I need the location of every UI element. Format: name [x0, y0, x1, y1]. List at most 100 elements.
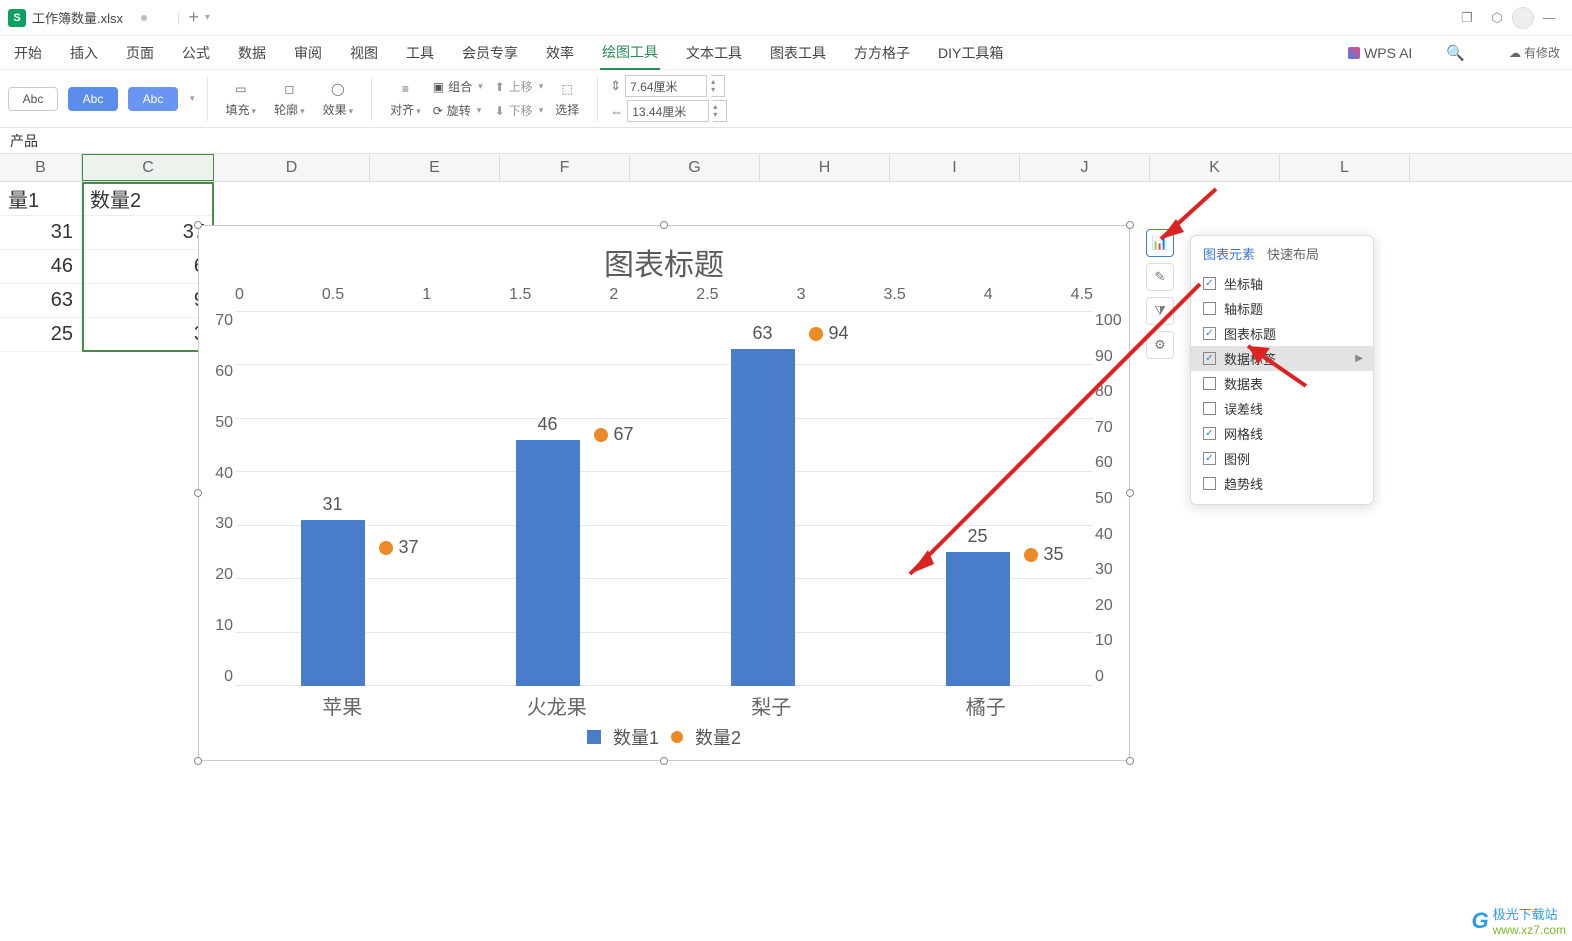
plot-area[interactable]: 00.511.522.533.544.5 706050403020100 100…: [235, 312, 1093, 686]
chart-element-item[interactable]: 轴标题: [1191, 296, 1373, 321]
col-header-E[interactable]: E: [370, 154, 500, 181]
tab-vip[interactable]: 会员专享: [460, 37, 520, 69]
cell[interactable]: 数量2: [82, 182, 214, 216]
chart-element-item[interactable]: 图例: [1191, 446, 1373, 471]
tab-efficiency[interactable]: 效率: [544, 37, 576, 69]
cell[interactable]: 25: [0, 318, 82, 352]
data-point[interactable]: [379, 541, 393, 555]
tab-insert[interactable]: 插入: [68, 37, 100, 69]
search-icon[interactable]: 🔍: [1446, 44, 1465, 62]
chart-element-item[interactable]: 网格线: [1191, 421, 1373, 446]
align-button[interactable]: ≡对齐▾: [384, 75, 427, 123]
outline-button[interactable]: ◻轮廓▾: [268, 75, 311, 123]
checkbox-icon[interactable]: [1203, 277, 1216, 290]
col-header-L[interactable]: L: [1280, 154, 1410, 181]
chart-title[interactable]: 图表标题: [199, 240, 1129, 284]
chart-element-item[interactable]: 图表标题: [1191, 321, 1373, 346]
data-bar[interactable]: 25: [946, 552, 1010, 686]
cloud-modified-status[interactable]: ☁有修改: [1509, 44, 1560, 61]
col-header-F[interactable]: F: [500, 154, 630, 181]
col-header-I[interactable]: I: [890, 154, 1020, 181]
tab-ffgz[interactable]: 方方格子: [852, 37, 912, 69]
cell[interactable]: 9: [82, 284, 214, 318]
resize-handle[interactable]: [194, 221, 202, 229]
resize-handle[interactable]: [1126, 757, 1134, 765]
tab-data[interactable]: 数据: [236, 37, 268, 69]
col-header-G[interactable]: G: [630, 154, 760, 181]
textbox-style-blue1[interactable]: Abc: [68, 87, 118, 111]
col-header-H[interactable]: H: [760, 154, 890, 181]
popover-tab-elements[interactable]: 图表元素: [1203, 244, 1255, 263]
chart-settings-button[interactable]: ⚙: [1146, 331, 1174, 359]
col-header-D[interactable]: D: [214, 154, 370, 181]
col-header-K[interactable]: K: [1150, 154, 1280, 181]
height-spinner[interactable]: ▴▾: [711, 75, 725, 97]
tab-view[interactable]: 视图: [348, 37, 380, 69]
data-bar[interactable]: 46: [516, 440, 580, 686]
col-header-C[interactable]: C: [82, 154, 214, 181]
data-point[interactable]: [809, 327, 823, 341]
tab-dropdown-icon[interactable]: ▾: [205, 12, 210, 23]
checkbox-icon[interactable]: [1203, 427, 1216, 440]
checkbox-icon[interactable]: [1203, 477, 1216, 490]
textbox-style-plain[interactable]: Abc: [8, 87, 58, 111]
style-gallery-expand-icon[interactable]: ▾: [190, 93, 195, 104]
chart-elements-button[interactable]: 📊: [1146, 229, 1174, 257]
resize-handle[interactable]: [194, 757, 202, 765]
avatar[interactable]: [1512, 7, 1534, 29]
chart-element-item[interactable]: 趋势线: [1191, 471, 1373, 496]
data-point[interactable]: [594, 428, 608, 442]
data-bar[interactable]: 31: [301, 520, 365, 686]
window-restore-icon[interactable]: ❐: [1452, 3, 1482, 33]
resize-handle[interactable]: [660, 757, 668, 765]
checkbox-icon[interactable]: [1203, 302, 1216, 315]
wps-ai-button[interactable]: WPS AI: [1348, 45, 1412, 61]
legend[interactable]: 数量1 数量2: [199, 724, 1129, 750]
data-bar[interactable]: 63: [731, 349, 795, 686]
chart-filter-button[interactable]: ⧩: [1146, 297, 1174, 325]
effect-button[interactable]: ◯效果▾: [317, 75, 360, 123]
rotate-button[interactable]: ⟳旋转▾: [433, 100, 483, 122]
tab-text-tools[interactable]: 文本工具: [684, 37, 744, 69]
fill-button[interactable]: ▭填充▾: [220, 75, 263, 123]
checkbox-icon[interactable]: [1203, 377, 1216, 390]
chart-styles-button[interactable]: ✎: [1146, 263, 1174, 291]
textbox-style-blue2[interactable]: Abc: [128, 87, 178, 111]
group-button[interactable]: ▣组合▾: [433, 76, 483, 98]
minimize-icon[interactable]: —: [1534, 3, 1564, 33]
col-header-J[interactable]: J: [1020, 154, 1150, 181]
document-tab-name[interactable]: 工作簿数量.xlsx: [32, 8, 123, 27]
resize-handle[interactable]: [1126, 221, 1134, 229]
add-tab-button[interactable]: +: [188, 7, 199, 28]
tab-drawing-tools[interactable]: 绘图工具: [600, 36, 660, 70]
cell[interactable]: 3: [82, 318, 214, 352]
chart-element-item[interactable]: 数据标签▶: [1191, 346, 1373, 371]
checkbox-icon[interactable]: [1203, 352, 1216, 365]
chart-element-item[interactable]: 数据表: [1191, 371, 1373, 396]
resize-handle[interactable]: [660, 221, 668, 229]
chart-element-item[interactable]: 坐标轴: [1191, 271, 1373, 296]
tab-review[interactable]: 审阅: [292, 37, 324, 69]
resize-handle[interactable]: [194, 489, 202, 497]
data-point[interactable]: [1024, 548, 1038, 562]
tab-start[interactable]: 开始: [12, 37, 44, 69]
tab-page[interactable]: 页面: [124, 37, 156, 69]
tab-chart-tools[interactable]: 图表工具: [768, 37, 828, 69]
checkbox-icon[interactable]: [1203, 327, 1216, 340]
chart-element-item[interactable]: 误差线: [1191, 396, 1373, 421]
cell[interactable]: 6: [82, 250, 214, 284]
cell[interactable]: 46: [0, 250, 82, 284]
tab-formula[interactable]: 公式: [180, 37, 212, 69]
height-input[interactable]: [625, 75, 707, 97]
formula-bar[interactable]: 产品: [0, 128, 1572, 154]
col-header-B[interactable]: B: [0, 154, 82, 181]
tab-tools[interactable]: 工具: [404, 37, 436, 69]
checkbox-icon[interactable]: [1203, 452, 1216, 465]
checkbox-icon[interactable]: [1203, 402, 1216, 415]
select-button[interactable]: ⬚选择: [549, 75, 585, 123]
chevron-right-icon[interactable]: ▶: [1355, 353, 1363, 364]
tab-diy[interactable]: DIY工具箱: [936, 37, 1005, 69]
cell[interactable]: 量1: [0, 182, 82, 216]
chart-object[interactable]: 图表标题 00.511.522.533.544.5 70605040302010…: [198, 225, 1130, 761]
cell[interactable]: 63: [0, 284, 82, 318]
